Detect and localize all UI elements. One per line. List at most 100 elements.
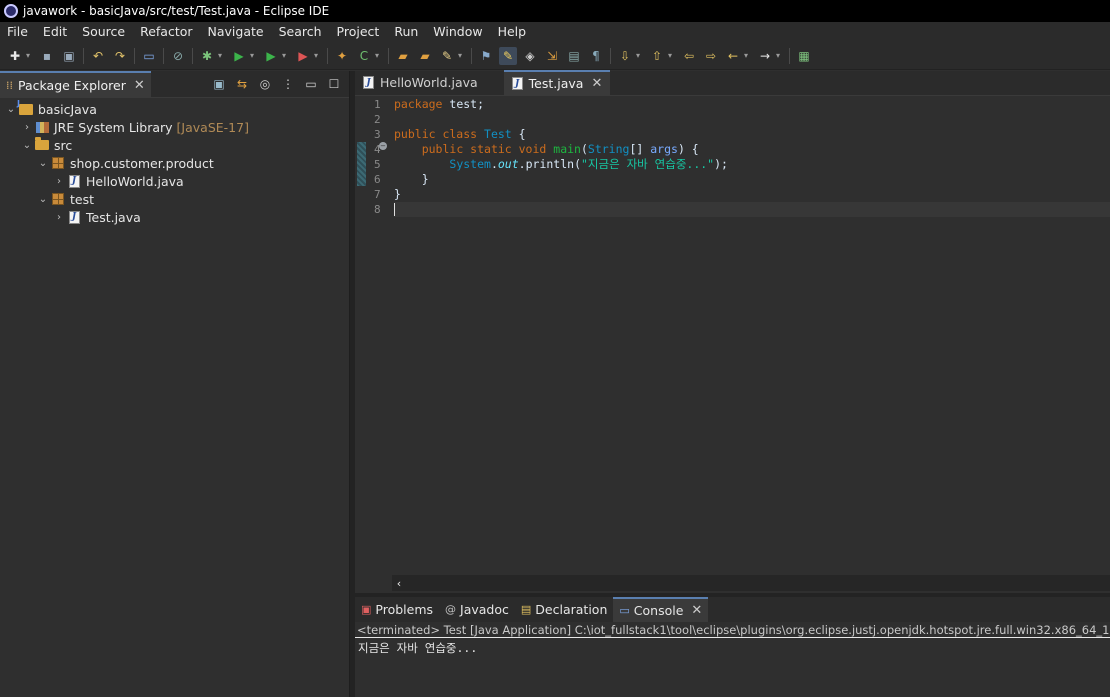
previous-annotation-icon[interactable]: ⇧ bbox=[648, 47, 666, 65]
forward-icon[interactable]: → bbox=[756, 47, 774, 65]
eclipse-logo-icon bbox=[4, 4, 18, 18]
toggle-breadcrumb-icon[interactable]: ⚑ bbox=[477, 47, 495, 65]
debug-icon[interactable]: ✱ bbox=[198, 47, 216, 65]
search-dropdown-icon[interactable]: ▾ bbox=[458, 51, 465, 60]
menu-source[interactable]: Source bbox=[75, 22, 133, 42]
open-perspective-icon[interactable]: ▦ bbox=[795, 47, 813, 65]
toolbar-separator bbox=[388, 47, 389, 64]
tree-item-src[interactable]: ⌄ src bbox=[0, 136, 349, 154]
save-icon[interactable]: ▪ bbox=[38, 47, 56, 65]
declaration-icon: ▤ bbox=[520, 603, 532, 616]
open-task-icon[interactable]: ▰ bbox=[416, 47, 434, 65]
text-caret bbox=[394, 203, 395, 216]
tree-item-jre[interactable]: › JRE System Library [JavaSE-17] bbox=[0, 118, 349, 136]
console-status: <terminated> Test [Java Application] C:\… bbox=[355, 623, 1110, 638]
menu-window[interactable]: Window bbox=[426, 22, 490, 42]
line-number: 2 bbox=[374, 113, 381, 126]
paragraph-icon[interactable]: ¶ bbox=[587, 47, 605, 65]
tab-package-explorer[interactable]: ⁞⁞ Package Explorer ✕ bbox=[0, 70, 151, 98]
chevron-down-icon[interactable]: ⌄ bbox=[20, 140, 34, 151]
collapse-all-icon[interactable]: ▣ bbox=[210, 75, 228, 93]
run-dropdown-icon[interactable]: ▾ bbox=[250, 51, 257, 60]
tree-item-project[interactable]: ⌄ basicJava bbox=[0, 99, 349, 118]
fold-collapse-icon[interactable]: − bbox=[379, 142, 387, 150]
tab-label: Javadoc bbox=[460, 602, 509, 617]
chevron-down-icon[interactable]: ⌄ bbox=[36, 194, 50, 205]
run-icon[interactable]: ▶ bbox=[230, 47, 248, 65]
next-annotation-icon[interactable]: ⇩ bbox=[616, 47, 634, 65]
forward-dropdown-icon[interactable]: ▾ bbox=[776, 51, 783, 60]
search-icon[interactable]: ✎ bbox=[438, 47, 456, 65]
menu-edit[interactable]: Edit bbox=[36, 22, 75, 42]
line-number: 6 bbox=[374, 173, 381, 186]
new-class-dropdown-icon[interactable]: ▾ bbox=[375, 51, 382, 60]
new-java-project-icon[interactable]: ✦ bbox=[333, 47, 351, 65]
word-wrap-icon[interactable]: ⇲ bbox=[543, 47, 561, 65]
forward-edit-icon[interactable]: ⇨ bbox=[702, 47, 720, 65]
previous-annotation-dropdown-icon[interactable]: ▾ bbox=[668, 51, 675, 60]
chevron-down-icon[interactable]: ⌄ bbox=[4, 104, 18, 115]
minimize-icon[interactable]: ▭ bbox=[302, 75, 320, 93]
external-tools-icon[interactable]: ▶ bbox=[294, 47, 312, 65]
menu-run[interactable]: Run bbox=[387, 22, 426, 42]
menu-navigate[interactable]: Navigate bbox=[201, 22, 272, 42]
tab-javadoc[interactable]: @ Javadoc bbox=[439, 597, 515, 622]
view-menu-icon[interactable]: ⋮ bbox=[279, 75, 297, 93]
scroll-left-icon[interactable]: ‹ bbox=[392, 577, 406, 590]
new-class-icon[interactable]: C bbox=[355, 47, 373, 65]
quick-diff-marker bbox=[357, 142, 366, 186]
tab-declaration[interactable]: ▤ Declaration bbox=[515, 597, 613, 622]
open-type-icon[interactable]: ▰ bbox=[394, 47, 412, 65]
close-icon[interactable]: ✕ bbox=[691, 603, 702, 618]
toggle-block-selection-icon[interactable]: ◈ bbox=[521, 47, 539, 65]
debug-dropdown-icon[interactable]: ▾ bbox=[218, 51, 225, 60]
skip-breakpoints-icon[interactable]: ⊘ bbox=[169, 47, 187, 65]
toggle-mark-occurrences-icon[interactable]: ✎ bbox=[499, 46, 517, 65]
console-icon: ▭ bbox=[619, 604, 630, 617]
chevron-right-icon[interactable]: › bbox=[20, 122, 34, 133]
console-output[interactable]: 지금은 자바 연습중... bbox=[355, 638, 1110, 656]
back-icon[interactable]: ← bbox=[724, 47, 742, 65]
project-tree: ⌄ basicJava › JRE System Library [JavaSE… bbox=[0, 98, 349, 226]
focus-icon[interactable]: ◎ bbox=[256, 75, 274, 93]
menu-refactor[interactable]: Refactor bbox=[133, 22, 200, 42]
tree-item-package[interactable]: ⌄ shop.customer.product bbox=[0, 154, 349, 172]
coverage-dropdown-icon[interactable]: ▾ bbox=[282, 51, 289, 60]
horizontal-scrollbar[interactable]: ‹ bbox=[392, 575, 1110, 591]
terminal-icon[interactable]: ▭ bbox=[140, 47, 158, 65]
new-icon[interactable]: ✚ bbox=[6, 47, 24, 65]
code-editor[interactable]: 1 2 3 4 5 6 7 8 − package test; public c… bbox=[355, 97, 1110, 575]
next-annotation-dropdown-icon[interactable]: ▾ bbox=[636, 51, 643, 60]
tree-item-file[interactable]: › J Test.java bbox=[0, 208, 349, 226]
chevron-down-icon[interactable]: ⌄ bbox=[36, 158, 50, 169]
link-with-editor-icon[interactable]: ⇆ bbox=[233, 75, 251, 93]
tab-console[interactable]: ▭ Console ✕ bbox=[613, 597, 709, 622]
show-whitespace-icon[interactable]: ▤ bbox=[565, 47, 583, 65]
tab-label: Declaration bbox=[535, 602, 608, 617]
tab-helloworld[interactable]: J HelloWorld.java bbox=[355, 70, 486, 95]
redo-icon[interactable]: ↷ bbox=[111, 47, 129, 65]
tree-item-file[interactable]: › J HelloWorld.java bbox=[0, 172, 349, 190]
save-all-icon[interactable]: ▣ bbox=[60, 47, 78, 65]
chevron-right-icon[interactable]: › bbox=[52, 212, 66, 223]
menu-search[interactable]: Search bbox=[272, 22, 330, 42]
menu-help[interactable]: Help bbox=[491, 22, 535, 42]
menu-file[interactable]: File bbox=[0, 22, 36, 42]
toolbar-separator bbox=[192, 47, 193, 64]
tab-test[interactable]: J Test.java ✕ bbox=[503, 70, 611, 95]
external-tools-dropdown-icon[interactable]: ▾ bbox=[314, 51, 321, 60]
coverage-icon[interactable]: ▶ bbox=[262, 47, 280, 65]
new-dropdown-icon[interactable]: ▾ bbox=[26, 51, 33, 60]
tab-problems[interactable]: ▣ Problems bbox=[355, 597, 439, 622]
last-edit-location-icon[interactable]: ⇦ bbox=[680, 47, 698, 65]
maximize-icon[interactable]: ☐ bbox=[325, 75, 343, 93]
menu-project[interactable]: Project bbox=[330, 22, 388, 42]
tree-item-package[interactable]: ⌄ test bbox=[0, 190, 349, 208]
undo-icon[interactable]: ↶ bbox=[89, 47, 107, 65]
close-icon[interactable]: ✕ bbox=[591, 76, 602, 91]
src-label: src bbox=[54, 137, 73, 153]
close-icon[interactable]: ✕ bbox=[134, 78, 145, 93]
chevron-right-icon[interactable]: › bbox=[52, 176, 66, 187]
source-folder-icon bbox=[34, 137, 50, 152]
back-dropdown-icon[interactable]: ▾ bbox=[744, 51, 751, 60]
